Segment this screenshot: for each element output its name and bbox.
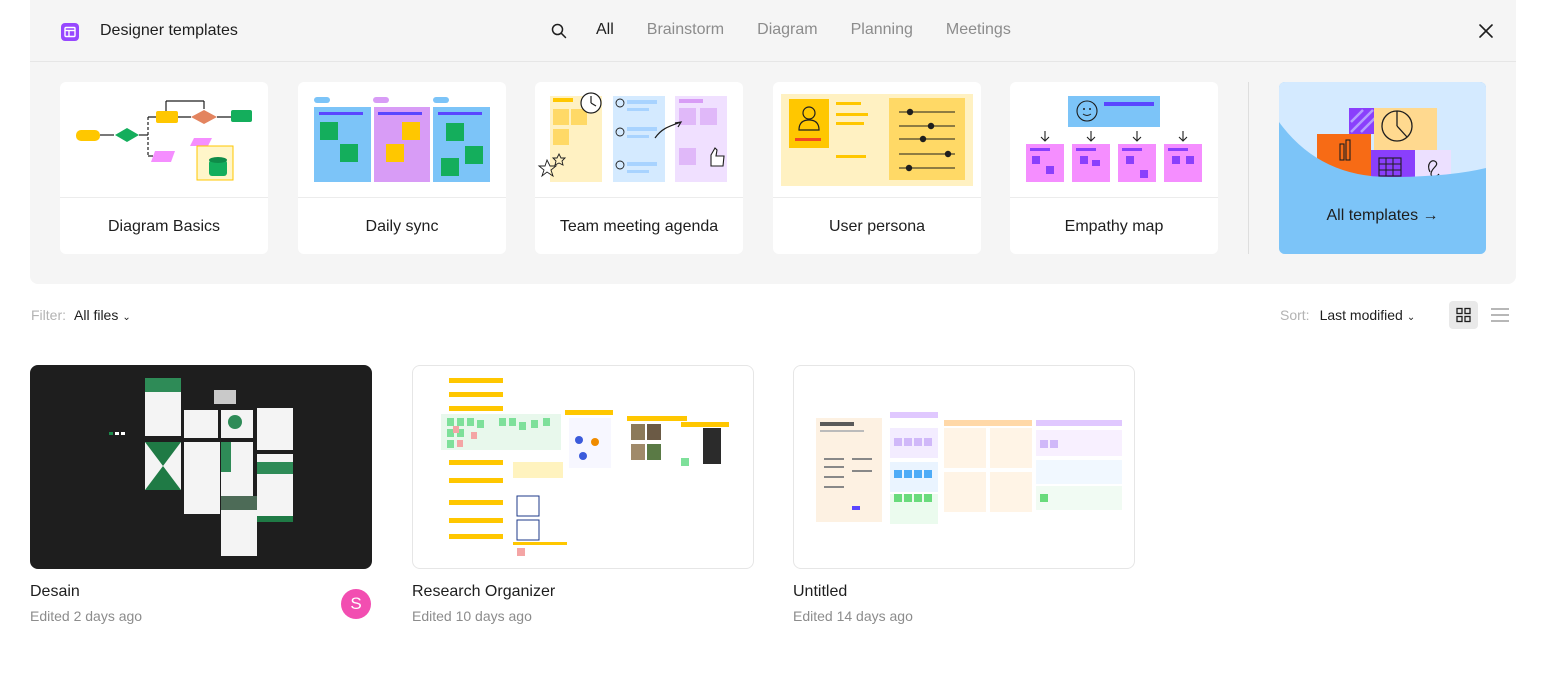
diagram-basics-thumbnail — [60, 82, 268, 198]
empathy-map-thumbnail — [1010, 82, 1218, 198]
file-edited-time: Edited 10 days ago — [412, 608, 532, 624]
close-icon[interactable] — [1477, 22, 1495, 40]
file-name[interactable]: Desain — [30, 583, 372, 601]
file-name[interactable]: Untitled — [793, 583, 1135, 601]
all-templates-illustration — [1279, 82, 1486, 254]
template-card-team-meeting-agenda[interactable]: Team meeting agenda — [535, 82, 743, 254]
search-icon[interactable] — [550, 22, 568, 40]
sort-value: Last modified — [1319, 307, 1403, 323]
template-icon — [61, 23, 79, 41]
all-templates-button[interactable]: All templates → — [1279, 82, 1486, 254]
template-label: Empathy map — [1064, 218, 1164, 235]
template-card-user-persona[interactable]: User persona — [773, 82, 981, 254]
file-edited-time: Edited 14 days ago — [793, 608, 913, 624]
template-card-daily-sync[interactable]: Daily sync — [298, 82, 506, 254]
file-card-untitled[interactable]: Untitled Edited 14 days ago — [793, 365, 1135, 624]
template-card-empathy-map[interactable]: Empathy map — [1010, 82, 1218, 254]
team-meeting-agenda-thumbnail — [535, 82, 743, 198]
untitled-preview — [816, 412, 1122, 524]
filter-dropdown[interactable]: All files ⌄ — [74, 307, 131, 323]
sort-dropdown[interactable]: Last modified ⌄ — [1320, 307, 1416, 323]
sort-label: Sort: — [1280, 307, 1310, 323]
panel-title: Designer templates — [100, 22, 238, 39]
daily-sync-thumbnail — [298, 82, 506, 198]
chevron-down-icon: ⌄ — [122, 312, 131, 323]
template-label: Team meeting agenda — [559, 218, 719, 235]
sort-control: Sort: Last modified ⌄ — [1280, 307, 1415, 323]
tab-brainstorm[interactable]: Brainstorm — [647, 21, 724, 39]
file-thumbnail[interactable] — [30, 365, 372, 569]
file-thumbnail[interactable] — [412, 365, 754, 569]
file-name[interactable]: Research Organizer — [412, 583, 754, 601]
tab-meetings[interactable]: Meetings — [946, 21, 1011, 39]
template-tabs: All Brainstorm Diagram Planning Meetings — [596, 21, 1044, 39]
avatar: S — [341, 589, 371, 619]
user-persona-thumbnail — [773, 82, 981, 198]
grid-view-button[interactable] — [1449, 301, 1478, 329]
list-view-button[interactable] — [1487, 301, 1513, 329]
chevron-down-icon: ⌄ — [1406, 312, 1416, 323]
filter-control: Filter: All files ⌄ — [31, 307, 131, 323]
file-card-desain[interactable]: Desain Edited 2 days ago S — [30, 365, 372, 624]
filter-label: Filter: — [31, 307, 66, 323]
templates-panel-header: Designer templates All Brainstorm Diagra… — [30, 0, 1516, 62]
templates-panel: Designer templates All Brainstorm Diagra… — [30, 0, 1516, 284]
filter-value: All files — [74, 307, 119, 323]
research-organizer-preview — [441, 378, 729, 556]
tab-all[interactable]: All — [596, 21, 614, 39]
templates-divider — [1248, 82, 1249, 254]
tab-diagram[interactable]: Diagram — [757, 21, 817, 39]
desain-preview — [109, 378, 293, 556]
file-thumbnail[interactable] — [793, 365, 1135, 569]
all-templates-label: All templates → — [1326, 207, 1439, 224]
template-label: Diagram Basics — [107, 218, 221, 235]
tab-planning[interactable]: Planning — [851, 21, 913, 39]
template-label: User persona — [828, 218, 926, 235]
template-label: Daily sync — [365, 218, 439, 235]
file-card-research-organizer[interactable]: Research Organizer Edited 10 days ago — [412, 365, 754, 624]
template-card-diagram-basics[interactable]: Diagram Basics — [60, 82, 268, 254]
list-view-icon — [1491, 308, 1509, 322]
grid-view-icon — [1456, 307, 1471, 323]
file-edited-time: Edited 2 days ago — [30, 608, 143, 624]
